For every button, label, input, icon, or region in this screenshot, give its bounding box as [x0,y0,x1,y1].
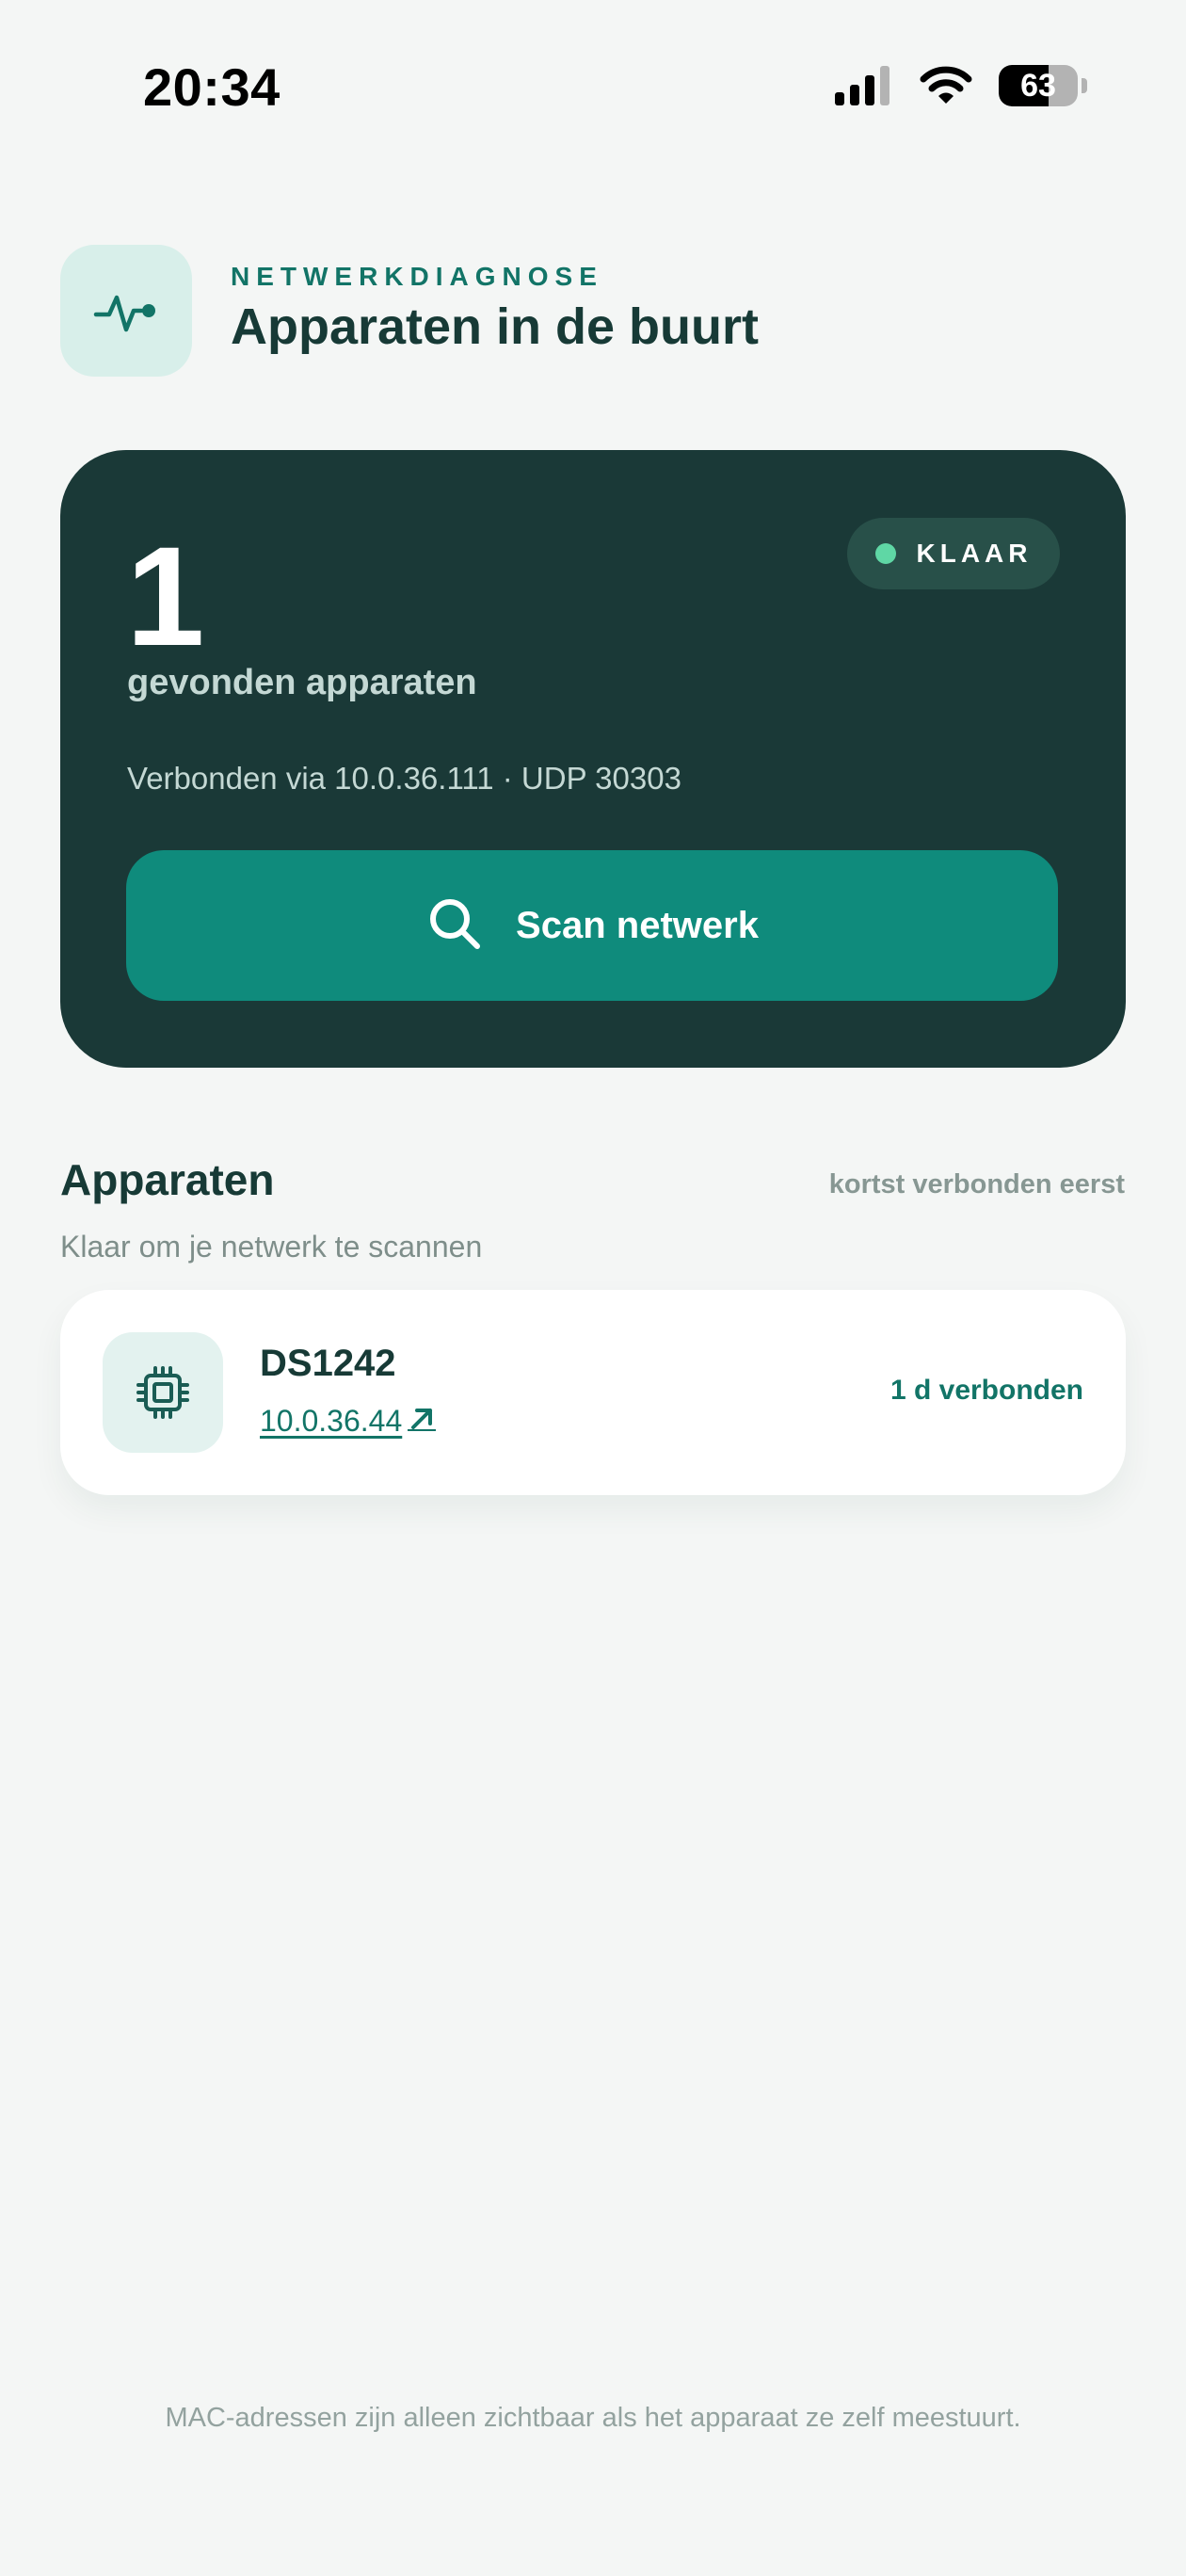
device-count-label: gevonden apparaten [127,663,477,702]
devices-section-title: Apparaten [60,1155,275,1204]
device-name: DS1242 [260,1343,396,1384]
search-icon [425,894,484,958]
connection-info: Verbonden via 10.0.36.111 · UDP 30303 [127,761,681,796]
eyebrow-label: NETWERKDIAGNOSE [231,262,603,291]
pulse-icon [60,245,192,377]
cellular-signal-icon [835,66,893,105]
scan-button-label: Scan netwerk [516,904,759,946]
footer-note: MAC-adressen zijn alleen zichtbaar als h… [165,2403,1021,2433]
battery-icon: 63 [999,65,1078,106]
devices-section-subtitle: Klaar om je netwerk te scannen [60,1230,483,1264]
status-label: KLAAR [916,539,1033,568]
battery-nub [1082,78,1087,93]
device-ip-link[interactable]: 10.0.36.44 [260,1403,437,1439]
summary-card: 1 gevonden apparaten KLAAR Verbonden via… [60,450,1126,1068]
device-connected-duration: 1 d verbonden [890,1375,1083,1406]
arrow-up-right-icon [408,1403,437,1439]
sort-label[interactable]: kortst verbonden eerst [829,1169,1125,1200]
status-icons: 63 [835,62,1087,109]
status-time: 20:34 [143,57,280,117]
device-count: 1 [126,517,205,675]
chip-icon [103,1332,223,1453]
device-ip-text: 10.0.36.44 [260,1403,403,1438]
wifi-icon [920,66,972,105]
scan-network-button[interactable]: Scan netwerk [126,850,1058,1001]
status-dot [874,543,896,564]
status-bar: 20:34 63 [0,0,1186,179]
status-badge: KLAAR [847,518,1060,589]
device-list-item[interactable]: DS1242 10.0.36.44 1 d verbonden [60,1290,1126,1495]
page-title: Apparaten in de buurt [231,298,760,355]
battery-percent: 63 [1020,67,1056,104]
